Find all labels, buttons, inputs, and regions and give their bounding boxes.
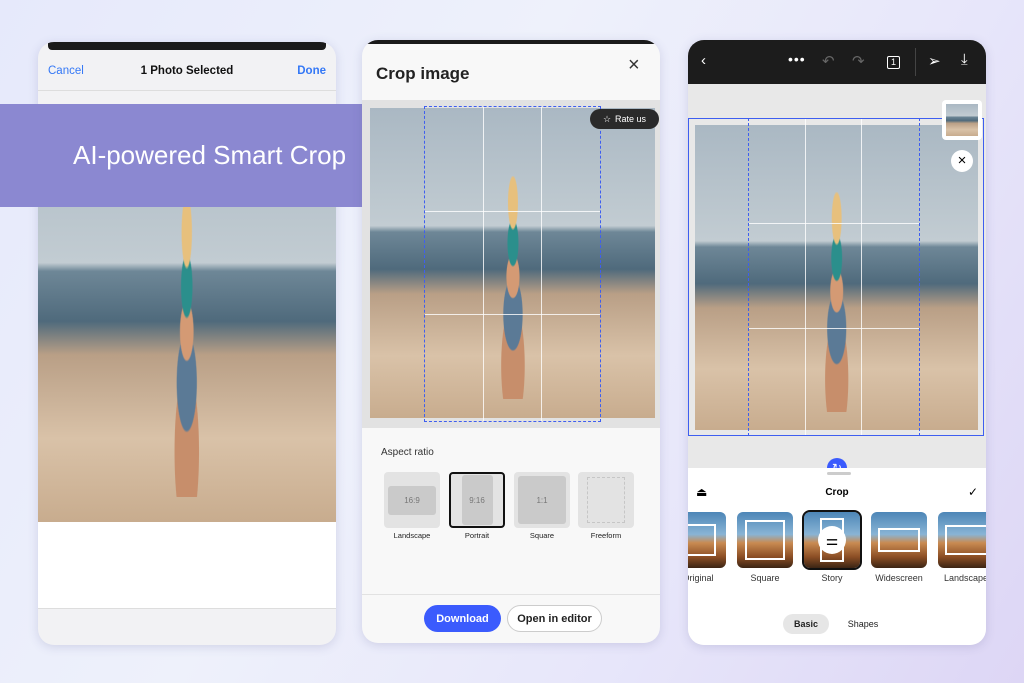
- redo-icon[interactable]: ↷: [852, 52, 865, 70]
- ratio-label: Portrait: [464, 531, 490, 540]
- preset-original[interactable]: [688, 512, 726, 568]
- pages-icon[interactable]: 1: [887, 56, 900, 69]
- crop-editor-screen: ‹ ••• ↶ ↷ 1 ➢ ⤓ × ↻ ⏏ Crop ✓ ⚌ Original …: [688, 40, 986, 645]
- back-icon[interactable]: ‹: [701, 52, 706, 69]
- download-button[interactable]: Download: [424, 605, 501, 632]
- rate-us-label: Rate us: [615, 114, 647, 124]
- ratio-freeform[interactable]: [578, 472, 634, 528]
- tab-shapes[interactable]: Shapes: [840, 614, 886, 634]
- ratio-text: 1:1: [518, 476, 566, 524]
- confirm-check-icon[interactable]: ✓: [968, 485, 978, 499]
- share-icon[interactable]: ➢: [928, 52, 941, 70]
- preset-landscape[interactable]: [938, 512, 986, 568]
- status-bar: [48, 42, 326, 50]
- ratio-text: 16:9: [388, 485, 436, 515]
- open-in-editor-button[interactable]: Open in editor: [507, 605, 602, 632]
- preset-label: Widescreen: [875, 573, 923, 583]
- tab-basic[interactable]: Basic: [783, 614, 829, 634]
- bottom-sheet: ⏏ Crop ✓ ⚌ Original Square Story Widescr…: [688, 468, 986, 645]
- preset-label: Square: [750, 573, 780, 583]
- preset-widescreen[interactable]: [871, 512, 927, 568]
- preset-story[interactable]: ⚌: [802, 510, 862, 570]
- person-figure: [148, 195, 226, 497]
- close-icon[interactable]: ×: [628, 54, 640, 77]
- done-button[interactable]: Done: [297, 65, 326, 77]
- story-crop-frame[interactable]: [748, 118, 920, 436]
- preset-label: Story: [821, 573, 843, 583]
- ratio-label: Freeform: [590, 531, 622, 540]
- close-icon[interactable]: ×: [951, 150, 973, 172]
- preset-square[interactable]: [737, 512, 793, 568]
- ratio-label: Square: [529, 531, 555, 540]
- star-icon: ☆: [602, 113, 612, 124]
- ratio-landscape[interactable]: 16:9: [384, 472, 440, 528]
- adjust-sliders-icon[interactable]: ⚌: [818, 526, 846, 554]
- undo-icon[interactable]: ↶: [822, 52, 835, 70]
- crop-title: Crop: [825, 487, 849, 498]
- ratio-label: Landscape: [393, 531, 431, 540]
- crop-frame[interactable]: [424, 106, 601, 422]
- banner-title: AI-powered Smart Crop: [73, 140, 347, 170]
- more-icon[interactable]: •••: [788, 51, 806, 67]
- ratio-text: 9:16: [461, 475, 493, 525]
- download-icon[interactable]: ⤓: [961, 51, 968, 68]
- aspect-ratio-label: Aspect ratio: [381, 447, 434, 458]
- ratio-portrait[interactable]: 9:16: [449, 472, 505, 528]
- image-thumbnail[interactable]: [942, 100, 982, 140]
- dialog-title: Crop image: [376, 64, 470, 83]
- crop-image-dialog: Crop image × ☆ Rate us Aspect ratio 16:9 …: [362, 40, 660, 643]
- top-toolbar: ‹ ••• ↶ ↷ 1 ➢ ⤓: [688, 40, 986, 84]
- picker-title: 1 Photo Selected: [140, 65, 234, 77]
- rate-us-button[interactable]: ☆ Rate us: [590, 109, 659, 129]
- ratio-square[interactable]: 1:1: [514, 472, 570, 528]
- preset-label: Original: [688, 573, 714, 583]
- preset-label: Landscape: [943, 573, 986, 583]
